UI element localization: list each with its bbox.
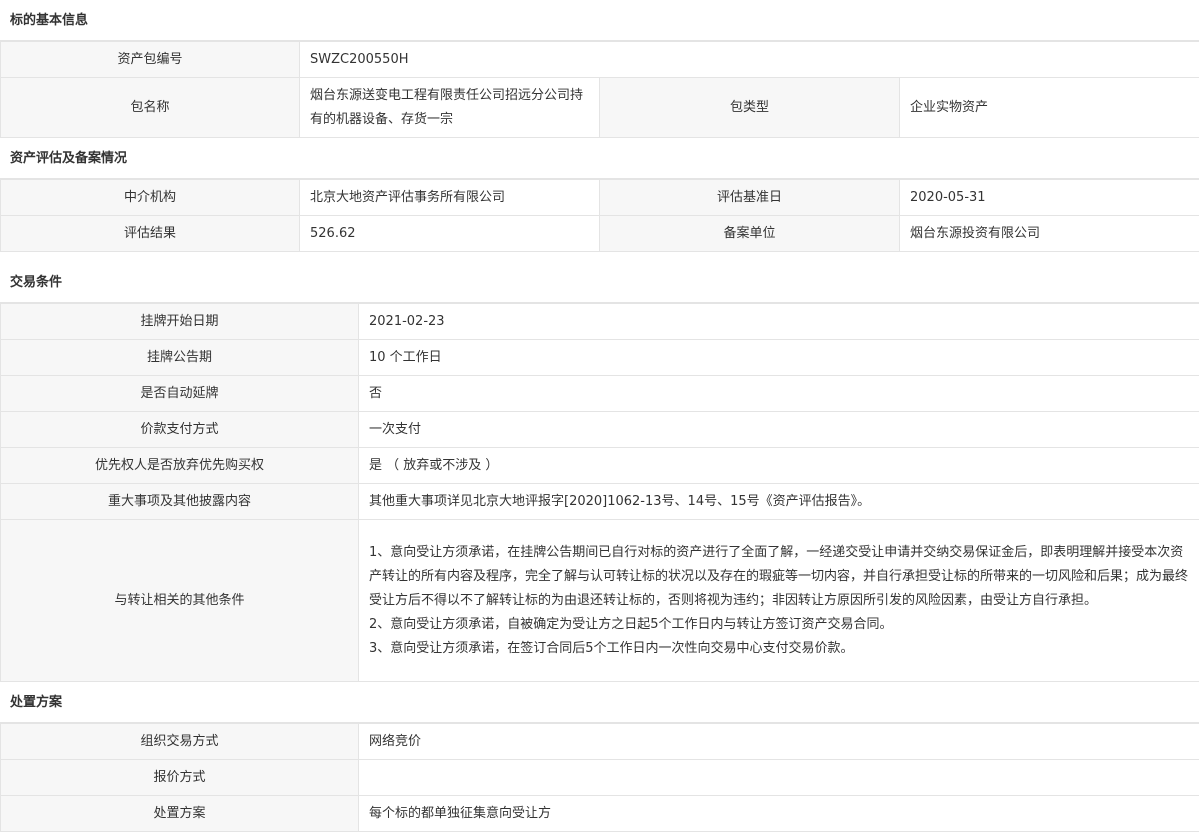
evaluation-table: 中介机构 北京大地资产评估事务所有限公司 评估基准日 2020-05-31 评估… (0, 179, 1199, 252)
disposal-plan-label: 处置方案 (0, 795, 359, 832)
quote-method-label: 报价方式 (0, 759, 359, 796)
disposal-table: 组织交易方式 网络竞价 报价方式 处置方案 每个标的都单独征集意向受让方 (0, 723, 1199, 832)
condition-item: 3、意向受让方须承诺，在签订合同后5个工作日内一次性向交易中心支付交易价款。 (369, 640, 854, 656)
period-value: 10 个工作日 (358, 339, 1199, 376)
preempt-value: 是 （ 放弃或不涉及 ） (358, 447, 1199, 484)
start-date-value: 2021-02-23 (358, 303, 1199, 340)
pkg-type-value: 企业实物资产 (898, 77, 1199, 138)
section-title-basic-info: 标的基本信息 (0, 0, 1199, 41)
table-row: 重大事项及其他披露内容 其他重大事项详见北京大地评报字[2020]1062-13… (0, 483, 1199, 520)
table-row: 包名称 烟台东源送变电工程有限责任公司招远分公司持有的机器设备、存货一宗 包类型… (0, 77, 1199, 138)
table-row: 组织交易方式 网络竞价 (0, 723, 1199, 760)
table-row: 价款支付方式 一次支付 (0, 411, 1199, 448)
other-conditions-label: 与转让相关的其他条件 (0, 519, 359, 682)
result-value: 526.62 (299, 215, 600, 252)
payment-label: 价款支付方式 (0, 411, 359, 448)
base-date-label: 评估基准日 (599, 179, 900, 216)
table-row: 中介机构 北京大地资产评估事务所有限公司 评估基准日 2020-05-31 (0, 179, 1199, 216)
table-row: 优先权人是否放弃优先购买权 是 （ 放弃或不涉及 ） (0, 447, 1199, 484)
disclosure-value: 其他重大事项详见北京大地评报字[2020]1062-13号、14号、15号《资产… (358, 483, 1199, 520)
record-unit-value: 烟台东源投资有限公司 (899, 215, 1199, 252)
record-unit-label: 备案单位 (599, 215, 900, 252)
other-conditions-value: 1、意向受让方须承诺，在挂牌公告期间已自行对标的资产进行了全面了解，一经递交受让… (358, 519, 1199, 682)
period-label: 挂牌公告期 (0, 339, 359, 376)
auto-extend-value: 否 (358, 375, 1199, 412)
basic-info-table: 资产包编号 SWZC200550H 包名称 烟台东源送变电工程有限责任公司招远分… (0, 41, 1199, 138)
auto-extend-label: 是否自动延牌 (0, 375, 359, 412)
pkg-name-label: 包名称 (0, 77, 300, 138)
pkg-name-value: 烟台东源送变电工程有限责任公司招远分公司持有的机器设备、存货一宗 (299, 77, 600, 138)
table-row: 报价方式 (0, 759, 1199, 796)
table-row: 与转让相关的其他条件 1、意向受让方须承诺，在挂牌公告期间已自行对标的资产进行了… (0, 519, 1199, 682)
trade-method-label: 组织交易方式 (0, 723, 359, 760)
table-row: 挂牌公告期 10 个工作日 (0, 339, 1199, 376)
table-row: 资产包编号 SWZC200550H (0, 41, 1199, 78)
trade-conditions-table: 挂牌开始日期 2021-02-23 挂牌公告期 10 个工作日 是否自动延牌 否… (0, 303, 1199, 682)
section-gap (0, 252, 1199, 262)
condition-item: 2、意向受让方须承诺，自被确定为受让方之日起5个工作日内与转让方签订资产交易合同… (369, 616, 893, 632)
base-date-value: 2020-05-31 (899, 179, 1199, 216)
asset-no-label: 资产包编号 (0, 41, 300, 78)
disclosure-label: 重大事项及其他披露内容 (0, 483, 359, 520)
condition-item: 1、意向受让方须承诺，在挂牌公告期间已自行对标的资产进行了全面了解，一经递交受让… (369, 544, 1189, 608)
result-label: 评估结果 (0, 215, 300, 252)
asset-no-value: SWZC200550H (298, 41, 1199, 78)
quote-method-value (358, 759, 1199, 796)
section-title-evaluation: 资产评估及备案情况 (0, 138, 1199, 179)
table-row: 评估结果 526.62 备案单位 烟台东源投资有限公司 (0, 215, 1199, 252)
section-title-disposal-plan: 处置方案 (0, 682, 1199, 723)
table-row: 是否自动延牌 否 (0, 375, 1199, 412)
preempt-label: 优先权人是否放弃优先购买权 (0, 447, 359, 484)
disposal-plan-value: 每个标的都单独征集意向受让方 (358, 795, 1199, 832)
table-row: 挂牌开始日期 2021-02-23 (0, 303, 1199, 340)
start-date-label: 挂牌开始日期 (0, 303, 359, 340)
section-title-trade-conditions: 交易条件 (0, 262, 1199, 303)
table-row: 处置方案 每个标的都单独征集意向受让方 (0, 795, 1199, 832)
trade-method-value: 网络竞价 (358, 723, 1199, 760)
agency-value: 北京大地资产评估事务所有限公司 (299, 179, 600, 216)
pkg-type-label: 包类型 (599, 77, 900, 138)
payment-value: 一次支付 (358, 411, 1199, 448)
agency-label: 中介机构 (0, 179, 300, 216)
